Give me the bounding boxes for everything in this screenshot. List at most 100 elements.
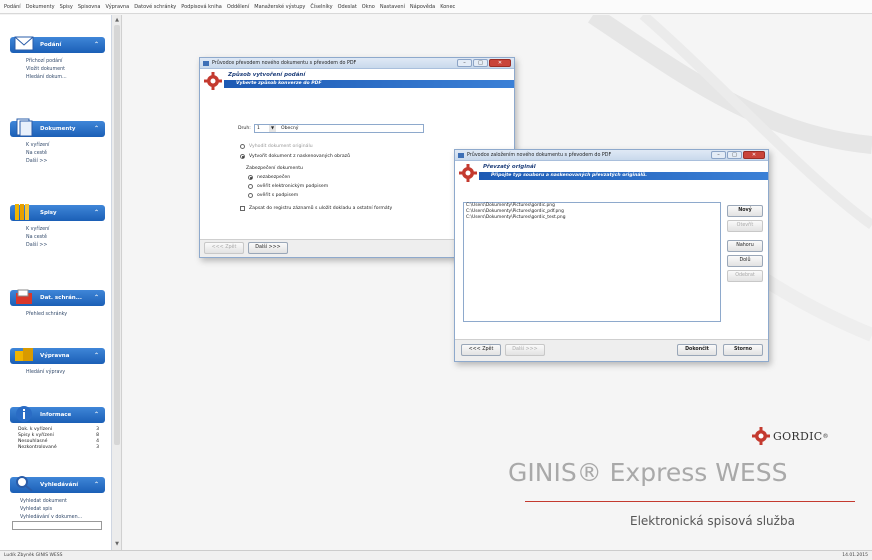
- back-button[interactable]: <<< Zpět: [204, 242, 244, 254]
- menu-nastaveni[interactable]: Nastavení: [380, 4, 405, 10]
- move-up-button[interactable]: Nahoru: [727, 240, 763, 252]
- radio-secure-none[interactable]: [248, 175, 253, 180]
- sidebar-item-prehled-schranky[interactable]: Přehled schránky: [26, 311, 105, 319]
- druh-select-value: 1: [257, 126, 260, 131]
- collapse-icon[interactable]: ⌃: [94, 411, 99, 418]
- list-item[interactable]: C:\Users\Dokumenty\Pictures\gordic_test.…: [464, 215, 720, 221]
- menu-spisy[interactable]: Spisy: [60, 4, 73, 10]
- menu-odeslat[interactable]: Odeslat: [338, 4, 357, 10]
- menu-napoveda[interactable]: Nápověda: [410, 4, 435, 10]
- radio-secure-signature[interactable]: [248, 184, 253, 189]
- back-button[interactable]: <<< Zpět: [461, 344, 501, 356]
- menu-oddeleni[interactable]: Oddělení: [227, 4, 249, 10]
- sidebar-item-dalsi[interactable]: Další >>: [26, 158, 105, 166]
- sidebar-item-k-vyrizeni[interactable]: K vyřízení: [26, 226, 105, 234]
- menu-vypravna[interactable]: Výpravna: [105, 4, 129, 10]
- close-button[interactable]: ✕: [743, 151, 765, 159]
- menu-manazerske-vystupy[interactable]: Manažerské výstupy: [254, 4, 305, 10]
- menu-okno[interactable]: Okno: [362, 4, 375, 10]
- gordic-logo-icon: [752, 427, 770, 445]
- sidebar-item-vyhledat-dokument[interactable]: Vyhledat dokument: [20, 498, 105, 506]
- menu-dokumenty[interactable]: Dokumenty: [26, 4, 55, 10]
- sidebar-item-dalsi[interactable]: Další >>: [26, 242, 105, 250]
- collapse-icon[interactable]: ⌃: [94, 294, 99, 301]
- sidebar-item-k-vyrizeni[interactable]: K vyřízení: [26, 142, 105, 150]
- radio-secure-with-signature[interactable]: [248, 193, 253, 198]
- new-file-button[interactable]: Nový: [727, 205, 763, 217]
- status-date: 14.01.2015: [842, 553, 868, 558]
- cancel-button[interactable]: Storno: [723, 344, 763, 356]
- sidebar-item-na-ceste[interactable]: Na cestě: [26, 234, 105, 242]
- sidebar-item-hledani-vypravy[interactable]: Hledání výpravy: [26, 369, 105, 377]
- collapse-icon[interactable]: ⌃: [94, 41, 99, 48]
- sidebar-search-input[interactable]: [12, 521, 102, 530]
- open-file-button[interactable]: Otevřít: [727, 220, 763, 232]
- remove-file-button[interactable]: Odebrat: [727, 270, 763, 282]
- maximize-button[interactable]: □: [727, 151, 742, 159]
- collapse-icon[interactable]: ⌃: [94, 481, 99, 488]
- search-icon: [16, 476, 33, 492]
- file-list[interactable]: C:\Users\Dokumenty\Pictures\gordic.png C…: [463, 202, 721, 322]
- radio-create-from-scans[interactable]: [240, 154, 245, 159]
- dialog-title: Průvodce založením nového dokumentu s př…: [467, 152, 612, 158]
- sidebar-scrollbar[interactable]: ▲ ▼: [112, 15, 122, 550]
- close-button[interactable]: ✕: [489, 59, 511, 67]
- register-checkbox[interactable]: [240, 206, 245, 211]
- menu-datove-schranky[interactable]: Datové schránky: [134, 4, 176, 10]
- next-button[interactable]: Další >>>: [505, 344, 545, 356]
- menu-ciselniky[interactable]: Číselníky: [310, 4, 332, 10]
- app-icon: [203, 61, 209, 66]
- section-header-informace[interactable]: Informace ⌃: [10, 406, 105, 423]
- scroll-up-icon[interactable]: ▲: [114, 17, 120, 23]
- section-header-podani[interactable]: Podání ⌃: [10, 36, 105, 53]
- collapse-icon[interactable]: ⌃: [94, 352, 99, 359]
- menu-podani[interactable]: Podání: [4, 4, 21, 10]
- sidebar-item-hledani-dokumentu[interactable]: Hledání dokum...: [26, 74, 105, 82]
- dialog-titlebar[interactable]: Průvodce převodem nového dokumentu s pře…: [200, 58, 514, 69]
- info-label: Nezkontrolované: [18, 445, 57, 450]
- minimize-button[interactable]: –: [711, 151, 726, 159]
- dialog-footer: [455, 339, 768, 361]
- sidebar-item-vyhledat-spis[interactable]: Vyhledat spis: [20, 506, 105, 514]
- radio-original[interactable]: [240, 144, 245, 149]
- menu-konec[interactable]: Konec: [440, 4, 455, 10]
- collapse-icon[interactable]: ⌃: [94, 209, 99, 216]
- section-header-vyhledavani[interactable]: Vyhledávání ⌃: [10, 476, 105, 493]
- minimize-button[interactable]: –: [457, 59, 472, 67]
- sidebar: Podání ⌃ Příchozí podání Vložit dokument…: [0, 15, 112, 550]
- section-header-spisy[interactable]: Spisy ⌃: [10, 204, 105, 221]
- info-icon: [16, 406, 32, 422]
- binders-icon: [15, 204, 29, 220]
- sidebar-item-prichozi-podani[interactable]: Příchozí podání: [26, 58, 105, 66]
- section-title: Dat. schrán...: [40, 295, 82, 301]
- finish-button[interactable]: Dokončit: [677, 344, 717, 356]
- collapse-icon[interactable]: ⌃: [94, 125, 99, 132]
- section-header-vypravna[interactable]: Výpravna ⌃: [10, 348, 105, 364]
- sidebar-item-vlozit-dokument[interactable]: Vložit dokument: [26, 66, 105, 74]
- druh-select[interactable]: 1 ▼ Obecný: [254, 124, 424, 133]
- brand-divider: [525, 501, 855, 502]
- sidebar-item-na-ceste[interactable]: Na cestě: [26, 150, 105, 158]
- move-down-button[interactable]: Dolů: [727, 255, 763, 267]
- dialog-header: Převzatý originál Připojte typ souboru a…: [455, 161, 768, 187]
- section-spisy: Spisy ⌃ K vyřízení Na cestě Další >>: [10, 204, 105, 250]
- section-title: Podání: [40, 42, 62, 48]
- scroll-down-icon[interactable]: ▼: [114, 541, 120, 547]
- druh-label: Druh:: [238, 126, 251, 131]
- gordic-gear-icon: [459, 164, 477, 182]
- dialog-titlebar[interactable]: Průvodce založením nového dokumentu s př…: [455, 150, 768, 161]
- dialog-subheading: Připojte typ souboru a naskenovaných pře…: [479, 172, 768, 180]
- scroll-thumb[interactable]: [114, 25, 120, 445]
- menu-podpisova-kniha[interactable]: Podpisová kniha: [181, 4, 222, 10]
- dialog-subheading: Vyberte způsob konverze do PDF: [224, 80, 514, 88]
- dialog-heading: Převzatý originál: [483, 164, 536, 170]
- info-row[interactable]: Nezkontrolované 3: [18, 445, 99, 451]
- chevron-down-icon[interactable]: ▼: [269, 125, 276, 132]
- section-header-datove-schranky[interactable]: Dat. schrán... ⌃: [10, 289, 105, 306]
- maximize-button[interactable]: □: [473, 59, 488, 67]
- next-button[interactable]: Další >>>: [248, 242, 288, 254]
- section-header-dokumenty[interactable]: Dokumenty ⌃: [10, 118, 105, 137]
- menu-spisovna[interactable]: Spisovna: [78, 4, 101, 10]
- info-value: 3: [96, 445, 99, 450]
- section-podani: Podání ⌃ Příchozí podání Vložit dokument…: [10, 36, 105, 82]
